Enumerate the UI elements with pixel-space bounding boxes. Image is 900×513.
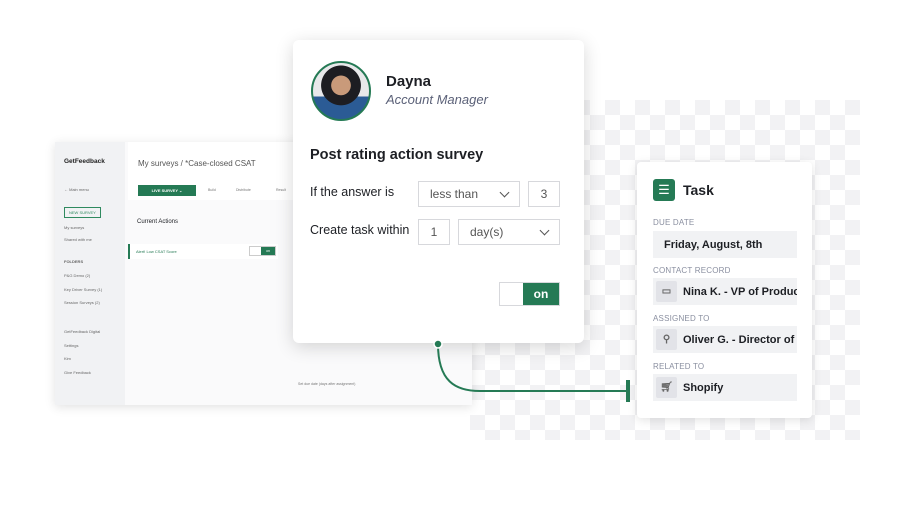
sidebar-item-feedback[interactable]: Give Feedback (64, 370, 91, 375)
folders-heading: FOLDERS (64, 259, 84, 264)
due-date-field[interactable]: Friday, August, 8th (653, 231, 797, 258)
operator-select[interactable]: less than (418, 181, 520, 207)
folder-item[interactable]: Session Surveys (2) (64, 300, 100, 305)
sidebar-item-settings[interactable]: Settings (64, 343, 78, 348)
action-toggle[interactable]: on (249, 246, 276, 256)
user-role: Account Manager (386, 92, 488, 107)
task-within-label: Create task within (310, 223, 410, 237)
related-field[interactable]: 🛒︎ Shopify (653, 374, 797, 401)
sidebar-item-shared[interactable]: Shared with me (64, 237, 92, 242)
content-area: Current Actions Alert! Low CSAT Score on (128, 200, 280, 405)
task-card: ☰ Task DUE DATE Friday, August, 8th CONT… (637, 162, 812, 418)
action-row[interactable]: Alert! Low CSAT Score on (128, 244, 278, 259)
condition-label: If the answer is (310, 185, 395, 199)
sidebar: GetFeedback ← Main menu NEW SURVEY My su… (55, 142, 125, 405)
chevron-down-icon (539, 225, 550, 235)
breadcrumb: My surveys / *Case-closed CSAT (138, 159, 256, 168)
connector-line (433, 339, 630, 402)
user-name: Dayna (386, 73, 432, 90)
operator-value: less than (430, 187, 479, 201)
main-menu-link[interactable]: ← Main menu (64, 187, 89, 192)
task-title: Task (683, 182, 714, 198)
related-value: Shopify (683, 381, 724, 394)
folder-item[interactable]: Key Driver Survey (1) (64, 287, 102, 292)
folder-item[interactable]: P&G Demo (2) (64, 273, 90, 278)
related-label: RELATED TO (653, 362, 705, 371)
cart-icon: 🛒︎ (656, 377, 677, 398)
due-date-label: DUE DATE (653, 218, 695, 227)
assigned-field[interactable]: ⚲ Oliver G. - Director of S (653, 326, 797, 353)
tab-build[interactable]: Build (208, 188, 216, 192)
record-icon: ▭ (656, 281, 677, 302)
threshold-input[interactable]: 3 (528, 181, 560, 207)
live-survey-button[interactable]: LIVE SURVEY ⌄ (138, 185, 196, 196)
enable-toggle[interactable]: on (499, 282, 560, 306)
unit-value: day(s) (470, 225, 504, 239)
sidebar-item-my-surveys[interactable]: My surveys (64, 225, 84, 230)
contact-label: CONTACT RECORD (653, 266, 731, 275)
assigned-value: Oliver G. - Director of S (683, 333, 797, 346)
days-input[interactable]: 1 (418, 219, 450, 245)
chevron-down-icon (499, 187, 510, 197)
assigned-label: ASSIGNED TO (653, 314, 710, 323)
toggle-label: on (523, 283, 559, 305)
connector-path (437, 343, 628, 392)
tab-results[interactable]: Result (276, 188, 286, 192)
sidebar-item-user[interactable]: Kim (64, 356, 71, 361)
logo: GetFeedback (64, 158, 105, 165)
avatar (311, 61, 371, 121)
connector-dot (433, 339, 443, 349)
toggle-knob (500, 283, 523, 305)
contact-value: Nina K. - VP of Product (683, 285, 797, 298)
popup-title: Post rating action survey (310, 147, 484, 163)
current-actions-heading: Current Actions (137, 219, 179, 225)
action-label: Alert! Low CSAT Score (136, 249, 177, 254)
tab-distribute[interactable]: Distribute (236, 188, 251, 192)
due-date-hint: Set due date (days after assignment) (298, 382, 356, 386)
connector-end (626, 380, 630, 402)
due-date-value: Friday, August, 8th (664, 238, 763, 251)
person-icon: ⚲ (656, 329, 677, 350)
task-list-icon: ☰ (653, 179, 675, 201)
sidebar-item-digital[interactable]: GetFeedback Digital (64, 329, 100, 334)
new-survey-button[interactable]: NEW SURVEY (64, 207, 101, 218)
unit-select[interactable]: day(s) (458, 219, 560, 245)
action-survey-popup: Dayna Account Manager Post rating action… (293, 40, 584, 343)
contact-field[interactable]: ▭ Nina K. - VP of Product (653, 278, 797, 305)
